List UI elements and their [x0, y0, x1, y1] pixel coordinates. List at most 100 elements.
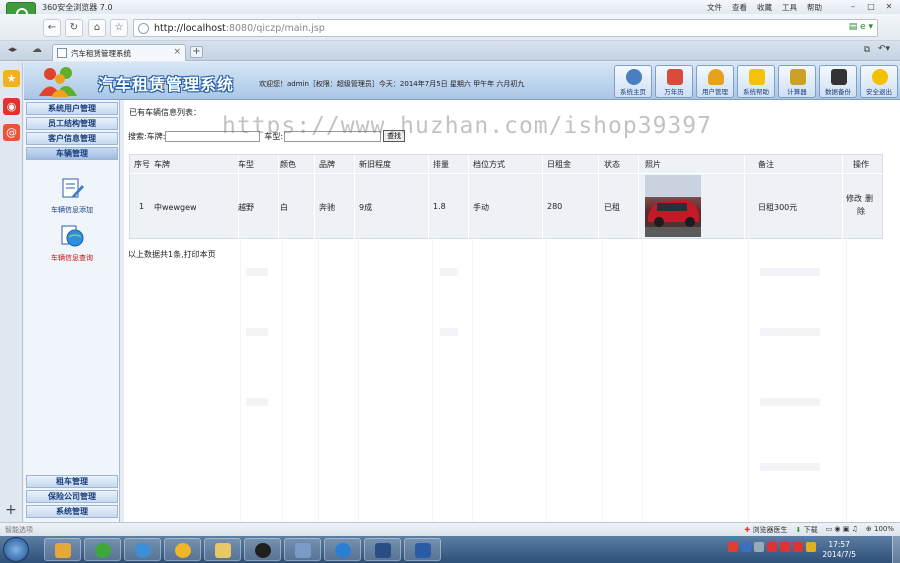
vehicle-query-link[interactable]: 车辆信息查询	[38, 224, 106, 263]
show-desktop-button[interactable]	[892, 536, 900, 563]
delete-link[interactable]: 除	[857, 206, 865, 217]
sidebar-item-insurance[interactable]: 保险公司管理	[26, 490, 118, 503]
tray-help-icon[interactable]	[741, 542, 751, 552]
vehicle-add-link[interactable]: 车辆信息添加	[38, 176, 106, 215]
menu-item-help[interactable]: 帮助	[807, 2, 822, 13]
tab-list-icon[interactable]: ⧉	[864, 45, 870, 55]
browser-doctor-button[interactable]: ✚ 浏览器医生	[744, 525, 787, 535]
sidebar-item-system-users[interactable]: 系统用户管理	[26, 102, 118, 115]
home-icon[interactable]: ⌂	[88, 19, 106, 37]
taskbar-app-qq[interactable]	[244, 538, 281, 561]
star-icon[interactable]: ☆	[110, 19, 128, 37]
faded-column	[282, 238, 283, 522]
address-bar[interactable]: http://localhost:8080/qiczp/main.jsp ▤ e…	[133, 19, 878, 37]
taskbar-app-itunes[interactable]	[124, 538, 161, 561]
faded-block	[440, 328, 458, 336]
tab-main[interactable]: 汽车租赁管理系统 ×	[52, 44, 186, 61]
network-icon	[295, 543, 311, 558]
faded-column	[358, 238, 359, 522]
undo-icon[interactable]: ↶▾	[878, 44, 890, 54]
tab-title: 汽车租赁管理系统	[71, 49, 131, 58]
refresh-icon[interactable]: ↻	[65, 19, 83, 37]
faded-column	[748, 238, 749, 522]
tray-user-icon[interactable]	[793, 542, 803, 552]
browser-sidebar: ★ ◉ @ +	[0, 62, 23, 522]
browser-menu: 文件 查看 收藏 工具 帮助	[707, 2, 822, 13]
taskbar-app-ie[interactable]	[324, 538, 361, 561]
clock-date: 2014/7/5	[822, 550, 856, 559]
taskbar-app-360[interactable]	[84, 538, 121, 561]
back-arrow-icon[interactable]: ←	[43, 19, 61, 37]
sidebar-item-system[interactable]: 系统管理	[26, 505, 118, 518]
tray-settings-icon[interactable]	[754, 542, 764, 552]
menu-item-file[interactable]: 文件	[707, 2, 722, 13]
taskbar-app-search[interactable]	[44, 538, 81, 561]
tray-app-icon[interactable]	[728, 542, 738, 552]
tray-user-icon[interactable]	[767, 542, 777, 552]
col-header-remark: 备注	[758, 160, 774, 169]
logout-button[interactable]: 安全退出	[860, 65, 898, 98]
cell-condition: 9成	[359, 203, 373, 212]
faded-column	[318, 238, 319, 522]
address-tools-icon[interactable]: ▤ e ▾	[849, 22, 873, 32]
cell-rent: 280	[547, 202, 563, 211]
globe-document-icon	[61, 225, 84, 247]
cell-displacement: 1.8	[433, 202, 446, 211]
data-backup-button[interactable]: 数据备份	[819, 65, 857, 98]
sidebar-item-staff[interactable]: 员工结构管理	[26, 117, 118, 130]
browser-tabbar: ◂▸ ☁ 汽车租赁管理系统 × + ⧉ ↶▾	[0, 41, 900, 61]
download-icon: ⬇	[795, 526, 802, 534]
menu-item-view[interactable]: 查看	[732, 2, 747, 13]
minimize-icon[interactable]: –	[846, 1, 860, 12]
new-tab-icon[interactable]: +	[190, 46, 203, 58]
weibo-icon[interactable]: ◉	[3, 98, 20, 115]
col-header-status: 状态	[604, 160, 620, 169]
start-button[interactable]	[3, 537, 29, 562]
list-title: 已有车辆信息列表：	[129, 108, 201, 117]
taskbar-app-word[interactable]	[404, 538, 441, 561]
sidebar-item-customers[interactable]: 客户信息管理	[26, 132, 118, 145]
edit-link[interactable]: 修改	[846, 193, 862, 204]
help-icon	[749, 69, 765, 85]
home-page-button[interactable]: 系统主页	[614, 65, 652, 98]
sidebar-item-rental[interactable]: 租车管理	[26, 475, 118, 488]
add-panel-icon[interactable]: +	[5, 502, 17, 518]
browser-statusbar: 智能选项 ✚ 浏览器医生 ⬇ 下载 ▭ ◉ ▣ ♫ ⊕ 100%	[0, 522, 900, 536]
system-tray	[728, 542, 816, 552]
faded-column	[472, 238, 473, 522]
system-help-button[interactable]: 系统帮助	[737, 65, 775, 98]
taskbar-app-explorer[interactable]	[204, 538, 241, 561]
col-header-displacement: 排量	[433, 160, 449, 169]
qq-penguin-icon	[255, 543, 271, 558]
calendar-button[interactable]: 万年历	[655, 65, 693, 98]
user-management-button[interactable]: 用户管理	[696, 65, 734, 98]
calculator-button[interactable]: 计算器	[778, 65, 816, 98]
close-icon[interactable]: ✕	[882, 1, 896, 12]
zoom-button[interactable]: ⊕ 100%	[866, 525, 894, 535]
watermark-text: https://www.huzhan.com/ishop39397	[222, 113, 712, 139]
sidebar-toggle-icon[interactable]: ◂▸	[8, 45, 17, 55]
cell-brand: 奔驰	[319, 203, 335, 212]
favorites-star-icon[interactable]: ★	[3, 70, 20, 87]
mail-icon[interactable]: @	[3, 124, 20, 141]
menu-item-favorites[interactable]: 收藏	[757, 2, 772, 13]
faded-block	[440, 268, 458, 276]
taskbar-clock[interactable]: 17:57 2014/7/5	[822, 540, 856, 560]
faded-background-table	[240, 238, 880, 522]
sidebar-item-vehicles[interactable]: 车辆管理	[26, 147, 118, 160]
download-button[interactable]: ⬇ 下载	[795, 525, 817, 535]
faded-block	[760, 268, 820, 276]
tab-close-icon[interactable]: ×	[173, 47, 181, 57]
taskbar-app-network[interactable]	[284, 538, 321, 561]
cloud-icon[interactable]: ☁	[32, 44, 42, 55]
word-icon	[415, 543, 431, 558]
menu-item-tools[interactable]: 工具	[782, 2, 797, 13]
tray-network-icon[interactable]	[806, 542, 816, 552]
col-header-model: 车型	[238, 160, 254, 169]
maximize-icon[interactable]: □	[864, 1, 878, 12]
status-tools-icon[interactable]: ▭ ◉ ▣ ♫	[826, 525, 858, 535]
tray-user-icon[interactable]	[780, 542, 790, 552]
taskbar-app-player[interactable]	[164, 538, 201, 561]
taskbar-app-eclipse[interactable]	[364, 538, 401, 561]
col-header-plate: 车牌	[154, 160, 170, 169]
